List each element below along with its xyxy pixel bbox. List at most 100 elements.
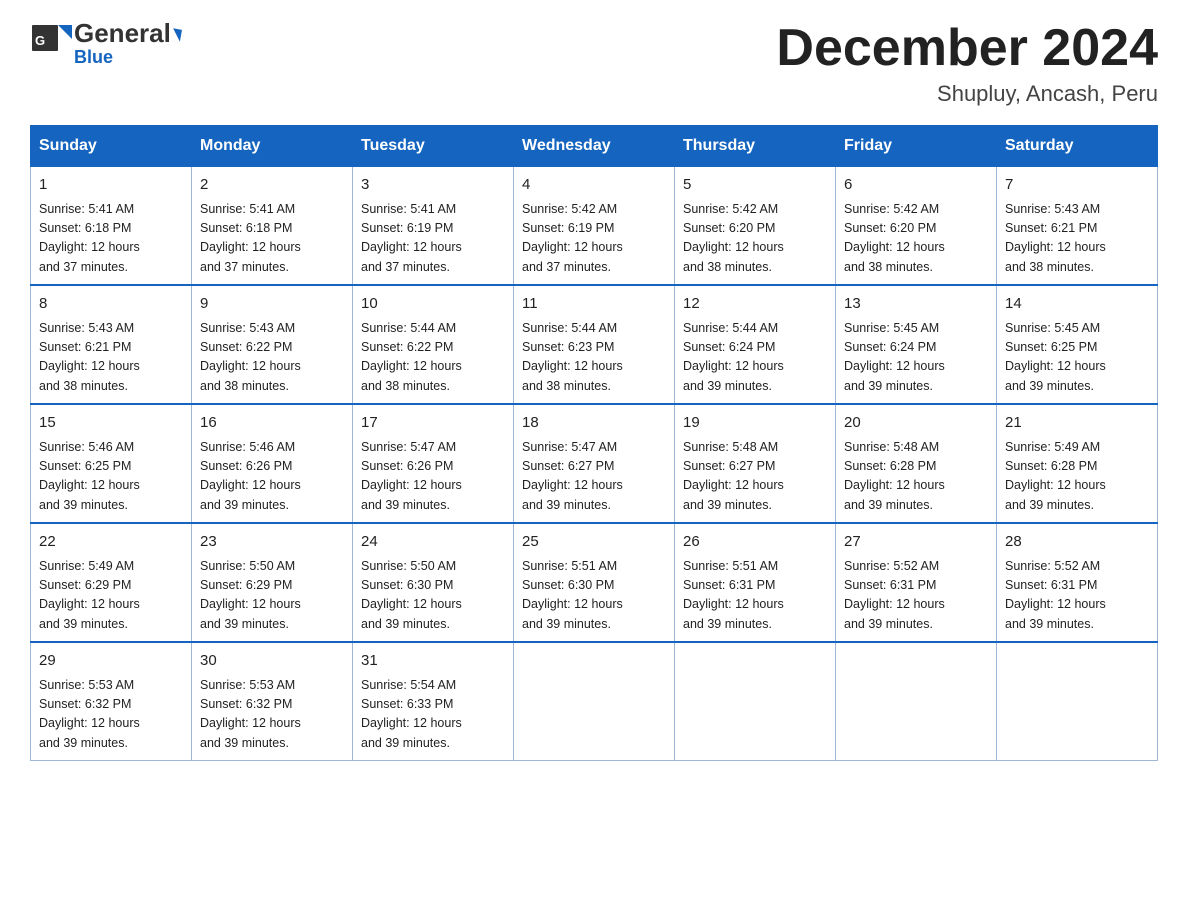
calendar-cell: 26 Sunrise: 5:51 AMSunset: 6:31 PMDaylig… bbox=[675, 523, 836, 642]
day-number: 5 bbox=[683, 174, 827, 197]
day-number: 22 bbox=[39, 531, 183, 554]
calendar-cell: 4 Sunrise: 5:42 AMSunset: 6:19 PMDayligh… bbox=[514, 166, 675, 285]
day-info: Sunrise: 5:43 AMSunset: 6:21 PMDaylight:… bbox=[1005, 202, 1106, 274]
day-info: Sunrise: 5:41 AMSunset: 6:18 PMDaylight:… bbox=[39, 202, 140, 274]
calendar-cell: 5 Sunrise: 5:42 AMSunset: 6:20 PMDayligh… bbox=[675, 166, 836, 285]
col-saturday: Saturday bbox=[997, 126, 1158, 166]
col-friday: Friday bbox=[836, 126, 997, 166]
day-info: Sunrise: 5:45 AMSunset: 6:25 PMDaylight:… bbox=[1005, 321, 1106, 393]
calendar-cell: 1 Sunrise: 5:41 AMSunset: 6:18 PMDayligh… bbox=[31, 166, 192, 285]
col-tuesday: Tuesday bbox=[353, 126, 514, 166]
calendar-header-row: Sunday Monday Tuesday Wednesday Thursday… bbox=[31, 126, 1158, 166]
day-number: 24 bbox=[361, 531, 505, 554]
day-info: Sunrise: 5:53 AMSunset: 6:32 PMDaylight:… bbox=[200, 678, 301, 750]
title-block: December 2024 Shupluy, Ancash, Peru bbox=[776, 20, 1158, 107]
calendar-cell: 18 Sunrise: 5:47 AMSunset: 6:27 PMDaylig… bbox=[514, 404, 675, 523]
day-number: 16 bbox=[200, 412, 344, 435]
day-info: Sunrise: 5:50 AMSunset: 6:29 PMDaylight:… bbox=[200, 559, 301, 631]
day-info: Sunrise: 5:52 AMSunset: 6:31 PMDaylight:… bbox=[844, 559, 945, 631]
day-info: Sunrise: 5:44 AMSunset: 6:22 PMDaylight:… bbox=[361, 321, 462, 393]
calendar-cell: 7 Sunrise: 5:43 AMSunset: 6:21 PMDayligh… bbox=[997, 166, 1158, 285]
calendar-cell: 6 Sunrise: 5:42 AMSunset: 6:20 PMDayligh… bbox=[836, 166, 997, 285]
day-number: 12 bbox=[683, 293, 827, 316]
day-info: Sunrise: 5:51 AMSunset: 6:31 PMDaylight:… bbox=[683, 559, 784, 631]
calendar-cell: 19 Sunrise: 5:48 AMSunset: 6:27 PMDaylig… bbox=[675, 404, 836, 523]
day-info: Sunrise: 5:53 AMSunset: 6:32 PMDaylight:… bbox=[39, 678, 140, 750]
day-number: 4 bbox=[522, 174, 666, 197]
calendar-cell: 15 Sunrise: 5:46 AMSunset: 6:25 PMDaylig… bbox=[31, 404, 192, 523]
day-number: 17 bbox=[361, 412, 505, 435]
day-number: 28 bbox=[1005, 531, 1149, 554]
calendar-cell: 29 Sunrise: 5:53 AMSunset: 6:32 PMDaylig… bbox=[31, 642, 192, 761]
calendar-cell: 3 Sunrise: 5:41 AMSunset: 6:19 PMDayligh… bbox=[353, 166, 514, 285]
calendar-week-2: 8 Sunrise: 5:43 AMSunset: 6:21 PMDayligh… bbox=[31, 285, 1158, 404]
calendar-cell bbox=[514, 642, 675, 761]
day-number: 18 bbox=[522, 412, 666, 435]
calendar-week-1: 1 Sunrise: 5:41 AMSunset: 6:18 PMDayligh… bbox=[31, 166, 1158, 285]
day-info: Sunrise: 5:42 AMSunset: 6:20 PMDaylight:… bbox=[683, 202, 784, 274]
calendar-cell bbox=[997, 642, 1158, 761]
day-number: 23 bbox=[200, 531, 344, 554]
day-number: 25 bbox=[522, 531, 666, 554]
day-info: Sunrise: 5:43 AMSunset: 6:21 PMDaylight:… bbox=[39, 321, 140, 393]
logo: G General Blue bbox=[30, 20, 181, 68]
day-number: 21 bbox=[1005, 412, 1149, 435]
calendar-cell: 8 Sunrise: 5:43 AMSunset: 6:21 PMDayligh… bbox=[31, 285, 192, 404]
calendar-cell: 11 Sunrise: 5:44 AMSunset: 6:23 PMDaylig… bbox=[514, 285, 675, 404]
calendar-cell: 24 Sunrise: 5:50 AMSunset: 6:30 PMDaylig… bbox=[353, 523, 514, 642]
day-info: Sunrise: 5:52 AMSunset: 6:31 PMDaylight:… bbox=[1005, 559, 1106, 631]
day-number: 30 bbox=[200, 650, 344, 673]
calendar-cell: 12 Sunrise: 5:44 AMSunset: 6:24 PMDaylig… bbox=[675, 285, 836, 404]
day-number: 2 bbox=[200, 174, 344, 197]
day-number: 20 bbox=[844, 412, 988, 435]
day-number: 9 bbox=[200, 293, 344, 316]
calendar-cell: 27 Sunrise: 5:52 AMSunset: 6:31 PMDaylig… bbox=[836, 523, 997, 642]
day-number: 6 bbox=[844, 174, 988, 197]
calendar-cell: 30 Sunrise: 5:53 AMSunset: 6:32 PMDaylig… bbox=[192, 642, 353, 761]
calendar-cell: 10 Sunrise: 5:44 AMSunset: 6:22 PMDaylig… bbox=[353, 285, 514, 404]
logo-general-text: General bbox=[74, 18, 171, 48]
day-info: Sunrise: 5:50 AMSunset: 6:30 PMDaylight:… bbox=[361, 559, 462, 631]
day-info: Sunrise: 5:49 AMSunset: 6:28 PMDaylight:… bbox=[1005, 440, 1106, 512]
calendar-week-5: 29 Sunrise: 5:53 AMSunset: 6:32 PMDaylig… bbox=[31, 642, 1158, 761]
calendar-table: Sunday Monday Tuesday Wednesday Thursday… bbox=[30, 125, 1158, 761]
calendar-week-4: 22 Sunrise: 5:49 AMSunset: 6:29 PMDaylig… bbox=[31, 523, 1158, 642]
col-monday: Monday bbox=[192, 126, 353, 166]
page-header: G General Blue December 2024 Shupluy, An… bbox=[30, 20, 1158, 107]
calendar-cell: 9 Sunrise: 5:43 AMSunset: 6:22 PMDayligh… bbox=[192, 285, 353, 404]
svg-text:G: G bbox=[35, 33, 45, 48]
calendar-cell: 21 Sunrise: 5:49 AMSunset: 6:28 PMDaylig… bbox=[997, 404, 1158, 523]
calendar-cell: 23 Sunrise: 5:50 AMSunset: 6:29 PMDaylig… bbox=[192, 523, 353, 642]
calendar-cell bbox=[675, 642, 836, 761]
page-subtitle: Shupluy, Ancash, Peru bbox=[776, 81, 1158, 107]
day-info: Sunrise: 5:41 AMSunset: 6:19 PMDaylight:… bbox=[361, 202, 462, 274]
calendar-body: 1 Sunrise: 5:41 AMSunset: 6:18 PMDayligh… bbox=[31, 166, 1158, 761]
page-title: December 2024 bbox=[776, 20, 1158, 77]
day-number: 8 bbox=[39, 293, 183, 316]
day-number: 7 bbox=[1005, 174, 1149, 197]
day-info: Sunrise: 5:45 AMSunset: 6:24 PMDaylight:… bbox=[844, 321, 945, 393]
col-thursday: Thursday bbox=[675, 126, 836, 166]
day-info: Sunrise: 5:48 AMSunset: 6:27 PMDaylight:… bbox=[683, 440, 784, 512]
day-info: Sunrise: 5:44 AMSunset: 6:23 PMDaylight:… bbox=[522, 321, 623, 393]
calendar-cell bbox=[836, 642, 997, 761]
day-number: 10 bbox=[361, 293, 505, 316]
day-number: 11 bbox=[522, 293, 666, 316]
day-info: Sunrise: 5:47 AMSunset: 6:26 PMDaylight:… bbox=[361, 440, 462, 512]
calendar-cell: 13 Sunrise: 5:45 AMSunset: 6:24 PMDaylig… bbox=[836, 285, 997, 404]
day-info: Sunrise: 5:49 AMSunset: 6:29 PMDaylight:… bbox=[39, 559, 140, 631]
calendar-cell: 17 Sunrise: 5:47 AMSunset: 6:26 PMDaylig… bbox=[353, 404, 514, 523]
logo-blue-text: Blue bbox=[74, 47, 181, 68]
logo-icon: G bbox=[30, 23, 72, 65]
day-number: 13 bbox=[844, 293, 988, 316]
day-number: 27 bbox=[844, 531, 988, 554]
day-info: Sunrise: 5:54 AMSunset: 6:33 PMDaylight:… bbox=[361, 678, 462, 750]
day-info: Sunrise: 5:41 AMSunset: 6:18 PMDaylight:… bbox=[200, 202, 301, 274]
calendar-cell: 14 Sunrise: 5:45 AMSunset: 6:25 PMDaylig… bbox=[997, 285, 1158, 404]
day-info: Sunrise: 5:48 AMSunset: 6:28 PMDaylight:… bbox=[844, 440, 945, 512]
day-number: 14 bbox=[1005, 293, 1149, 316]
day-info: Sunrise: 5:44 AMSunset: 6:24 PMDaylight:… bbox=[683, 321, 784, 393]
calendar-week-3: 15 Sunrise: 5:46 AMSunset: 6:25 PMDaylig… bbox=[31, 404, 1158, 523]
day-info: Sunrise: 5:46 AMSunset: 6:26 PMDaylight:… bbox=[200, 440, 301, 512]
day-number: 1 bbox=[39, 174, 183, 197]
